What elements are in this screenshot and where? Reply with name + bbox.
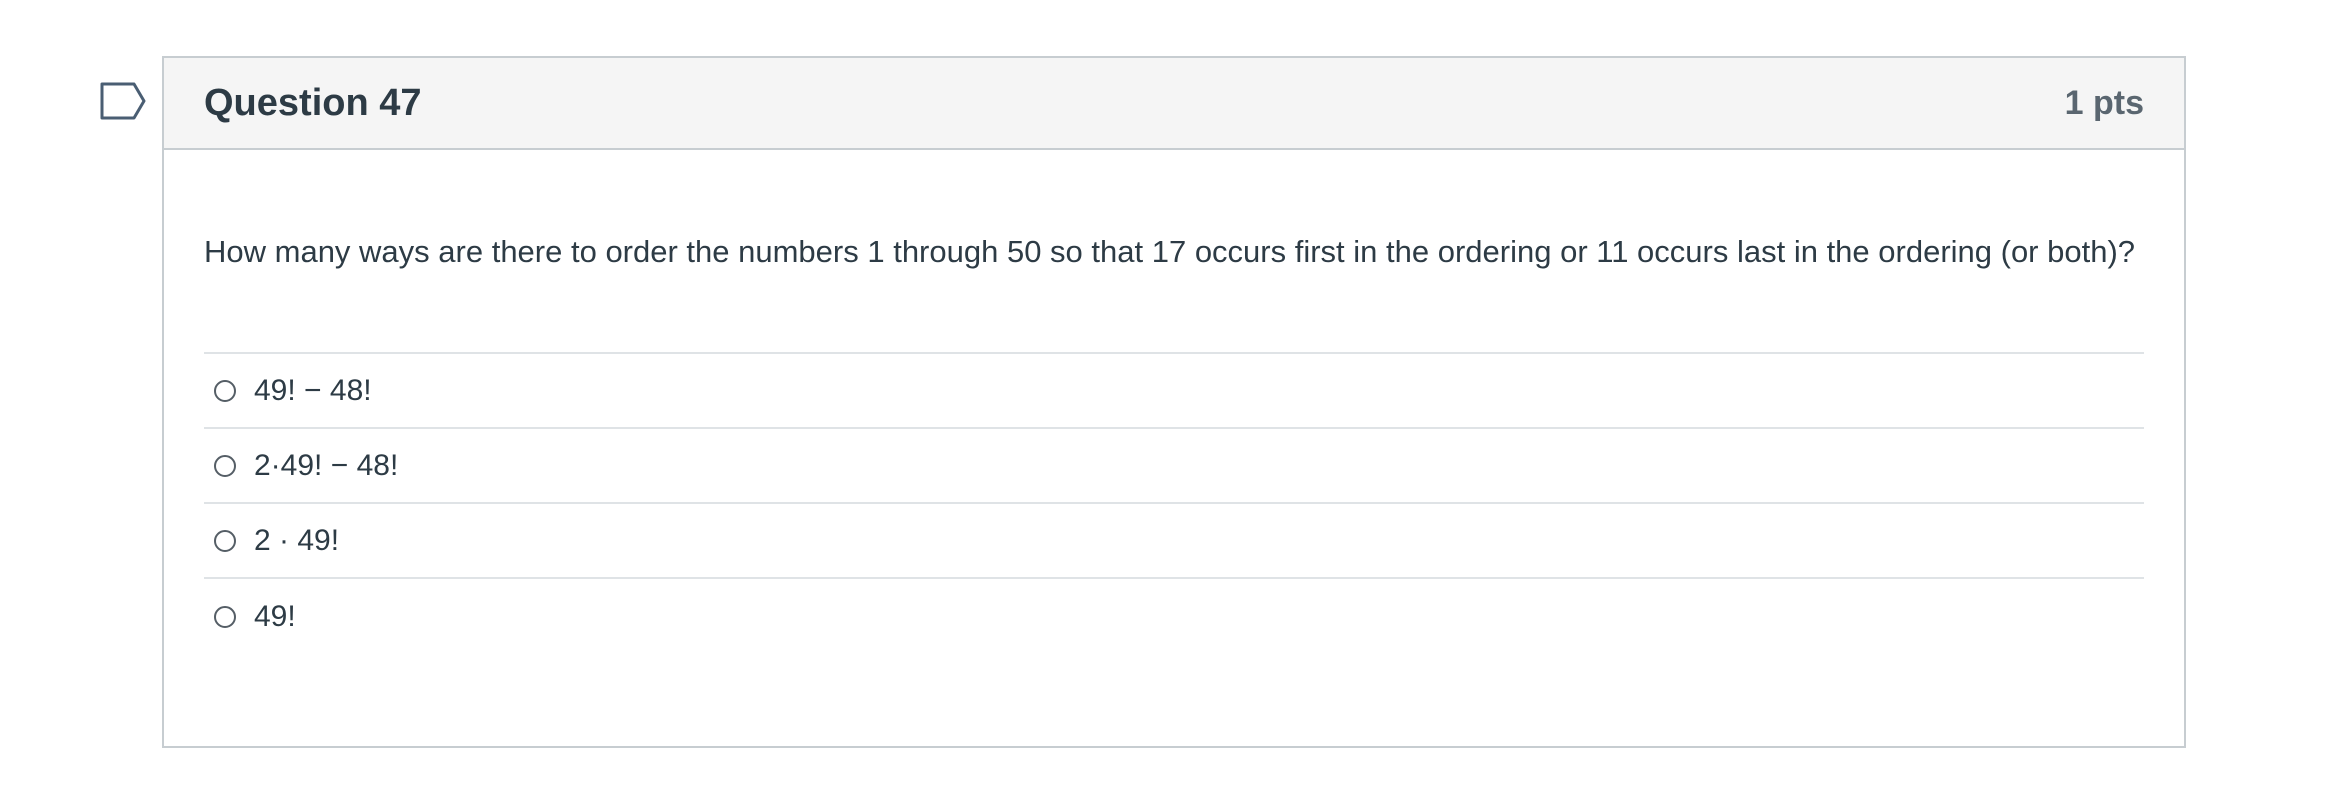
- answer-option[interactable]: 2 · 49!: [204, 504, 2144, 579]
- answer-option[interactable]: 2·49! − 48!: [204, 429, 2144, 504]
- question-card: Question 47 1 pts How many ways are ther…: [162, 56, 2186, 748]
- radio-unselected-icon[interactable]: [214, 605, 236, 628]
- radio-unselected-icon[interactable]: [214, 454, 236, 477]
- radio-unselected-icon[interactable]: [214, 529, 236, 552]
- answer-label: 2 · 49!: [254, 523, 340, 557]
- answer-label: 2·49! − 48!: [254, 448, 399, 482]
- answer-list: 49! − 48! 2·49! − 48! 2 · 49! 49!: [204, 352, 2144, 654]
- question-points: 1 pts: [2064, 83, 2144, 122]
- answer-option[interactable]: 49! − 48!: [204, 354, 2144, 429]
- question-body: How many ways are there to order the num…: [164, 150, 2184, 654]
- answer-label: 49!: [254, 599, 296, 633]
- question-title: Question 47: [204, 81, 422, 124]
- radio-unselected-icon[interactable]: [214, 379, 236, 402]
- flag-question-icon[interactable]: [100, 82, 146, 120]
- question-header: Question 47 1 pts: [164, 58, 2184, 150]
- question-text: How many ways are there to order the num…: [204, 234, 2136, 269]
- answer-option[interactable]: 49!: [204, 579, 2144, 654]
- quiz-page: Question 47 1 pts How many ways are ther…: [0, 0, 2330, 791]
- answer-label: 49! − 48!: [254, 373, 372, 407]
